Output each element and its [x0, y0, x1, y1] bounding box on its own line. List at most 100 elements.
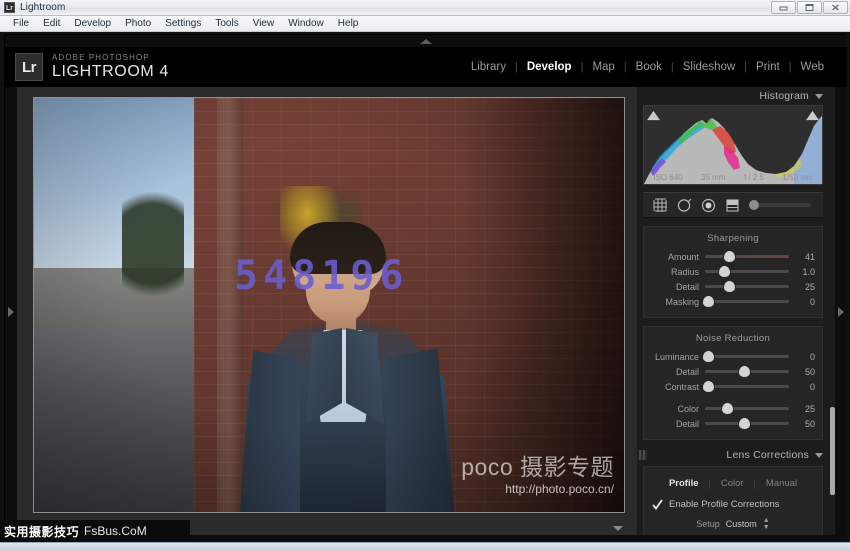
slider-track-masking[interactable] — [703, 296, 789, 307]
maximize-button[interactable] — [797, 1, 822, 14]
module-picker: Library | Develop | Map | Book | Slidesh… — [462, 61, 833, 73]
minimize-icon — [779, 6, 788, 11]
slider-track-color[interactable] — [705, 403, 789, 414]
lightroom-frame: Lr ADOBE PHOTOSHOP LIGHTROOM 4 Library |… — [4, 34, 847, 551]
checkbox-checked-icon[interactable] — [652, 498, 663, 510]
slider-value-luminance[interactable]: 0 — [789, 352, 815, 362]
menu-item-develop[interactable]: Develop — [67, 17, 118, 30]
module-book[interactable]: Book — [627, 61, 671, 73]
close-button[interactable] — [823, 1, 848, 14]
slider-row-amount[interactable]: Amount 41 — [644, 249, 822, 264]
slider-value-nr-detail[interactable]: 50 — [789, 367, 815, 377]
red-eye-correction-icon[interactable] — [701, 198, 716, 213]
slider-track-detail[interactable] — [705, 281, 789, 292]
collapse-right-arrow[interactable] — [835, 87, 847, 537]
slider-value-detail[interactable]: 25 — [789, 282, 815, 292]
menu-item-file[interactable]: File — [6, 17, 36, 30]
setup-row[interactable]: Setup Custom ▲ ▼ — [644, 516, 822, 532]
slider-track-radius[interactable] — [705, 266, 789, 277]
slider-knob-amount[interactable] — [723, 251, 735, 262]
chevron-down-icon[interactable] — [613, 525, 623, 531]
slider-value-contrast[interactable]: 0 — [789, 382, 815, 392]
enable-profile-corrections-row[interactable]: Enable Profile Corrections — [644, 496, 822, 512]
histogram-panel-header[interactable]: Histogram — [637, 87, 829, 105]
slider-row-radius[interactable]: Radius 1.0 — [644, 264, 822, 279]
right-panel-scroll-content: Histogram ISO 640 35 mm f / 2.5 1/50 sec… — [637, 87, 829, 537]
poco-brand-text: poco 摄影专题 — [461, 454, 614, 480]
slider-row-masking[interactable]: Masking 0 — [644, 294, 822, 309]
window-controls — [771, 1, 848, 14]
tab-manual[interactable]: Manual — [756, 478, 807, 489]
slider-row-nr-detail[interactable]: Detail 50 — [644, 364, 822, 379]
slider-row-color-detail[interactable]: Detail 50 — [644, 416, 822, 431]
slider-knob-luminance[interactable] — [703, 351, 715, 362]
slider-row-contrast[interactable]: Contrast 0 — [644, 379, 822, 394]
menu-item-settings[interactable]: Settings — [158, 17, 208, 30]
slider-value-color-detail[interactable]: 50 — [789, 419, 815, 429]
menu-item-window[interactable]: Window — [281, 17, 331, 30]
slider-label-color-detail: Detail — [675, 418, 699, 429]
menu-item-view[interactable]: View — [246, 17, 282, 30]
slider-value-masking[interactable]: 0 — [789, 297, 815, 307]
tab-profile[interactable]: Profile — [659, 478, 709, 489]
adjustment-brush-size-slider[interactable] — [749, 200, 811, 210]
lightroom-window: Lr Lightroom File Edit Develop Photo Set… — [0, 0, 850, 551]
menu-item-tools[interactable]: Tools — [208, 17, 245, 30]
image-viewport[interactable]: 548196 poco 摄影专题 http://photo.poco.cn/ — [17, 87, 637, 537]
poco-url-text: http://photo.poco.cn/ — [505, 482, 614, 496]
lens-corrections-panel-header[interactable]: Lens Corrections — [637, 446, 829, 464]
poco-watermark: poco 摄影专题 http://photo.poco.cn/ — [461, 454, 614, 497]
menu-item-edit[interactable]: Edit — [36, 17, 67, 30]
spot-removal-icon[interactable] — [677, 198, 692, 213]
chevron-down-icon[interactable] — [815, 93, 823, 99]
module-develop[interactable]: Develop — [518, 61, 581, 73]
collapse-left-arrow[interactable] — [5, 87, 17, 537]
slider-row-color[interactable]: Color 25 — [644, 401, 822, 416]
slider-value-radius[interactable]: 1.0 — [789, 267, 815, 277]
module-map[interactable]: Map — [583, 61, 623, 73]
slider-group-gap — [644, 394, 822, 401]
slider-knob-radius[interactable] — [719, 266, 731, 277]
exif-aperture: f / 2.5 — [743, 173, 764, 182]
slider-knob-color[interactable] — [721, 403, 733, 414]
chevron-down-icon[interactable] — [815, 452, 823, 458]
minimize-button[interactable] — [771, 1, 796, 14]
module-print[interactable]: Print — [747, 61, 789, 73]
slider-knob-contrast[interactable] — [703, 381, 715, 392]
slider-row-detail[interactable]: Detail 25 — [644, 279, 822, 294]
panel-switch-icon[interactable] — [639, 450, 647, 460]
slider-knob-detail[interactable] — [723, 281, 735, 292]
crop-overlay-icon[interactable] — [653, 198, 668, 213]
slider-track-amount[interactable] — [705, 251, 789, 262]
tab-color[interactable]: Color — [711, 478, 754, 489]
slider-knob-color-detail[interactable] — [738, 418, 750, 429]
histogram-title: Histogram — [759, 90, 809, 102]
slider-row-luminance[interactable]: Luminance 0 — [644, 349, 822, 364]
menu-item-help[interactable]: Help — [331, 17, 366, 30]
slider-knob-masking[interactable] — [703, 296, 715, 307]
module-slideshow[interactable]: Slideshow — [674, 61, 744, 73]
photo[interactable]: 548196 poco 摄影专题 http://photo.poco.cn/ — [33, 97, 625, 513]
identity-plate-logo[interactable]: Lr — [15, 53, 43, 81]
slider-track-nr-detail[interactable] — [705, 366, 789, 377]
stepper-icon[interactable]: ▲ ▼ — [763, 517, 770, 531]
menu-item-photo[interactable]: Photo — [118, 17, 158, 30]
enable-profile-corrections-label: Enable Profile Corrections — [669, 498, 780, 510]
histogram-graph[interactable]: ISO 640 35 mm f / 2.5 1/50 sec — [643, 105, 823, 185]
slider-value-amount[interactable]: 41 — [789, 252, 815, 262]
module-web[interactable]: Web — [792, 61, 833, 73]
slider-value-color[interactable]: 25 — [789, 404, 815, 414]
module-library[interactable]: Library — [462, 61, 515, 73]
product-name-label: LIGHTROOM 4 — [52, 63, 169, 80]
exif-iso: ISO 640 — [653, 173, 683, 182]
brush-slider-knob[interactable] — [749, 200, 759, 210]
collapse-top-arrow[interactable] — [5, 35, 847, 47]
site-watermark-chinese: 实用摄影技巧 — [4, 524, 80, 539]
slider-track-contrast[interactable] — [703, 381, 789, 392]
slider-knob-nr-detail[interactable] — [738, 366, 750, 377]
graduated-filter-icon[interactable] — [725, 198, 740, 213]
setup-value[interactable]: Custom — [726, 519, 757, 529]
taskbar-strip — [0, 542, 850, 551]
slider-track-color-detail[interactable] — [705, 418, 789, 429]
slider-track-luminance[interactable] — [703, 351, 789, 362]
